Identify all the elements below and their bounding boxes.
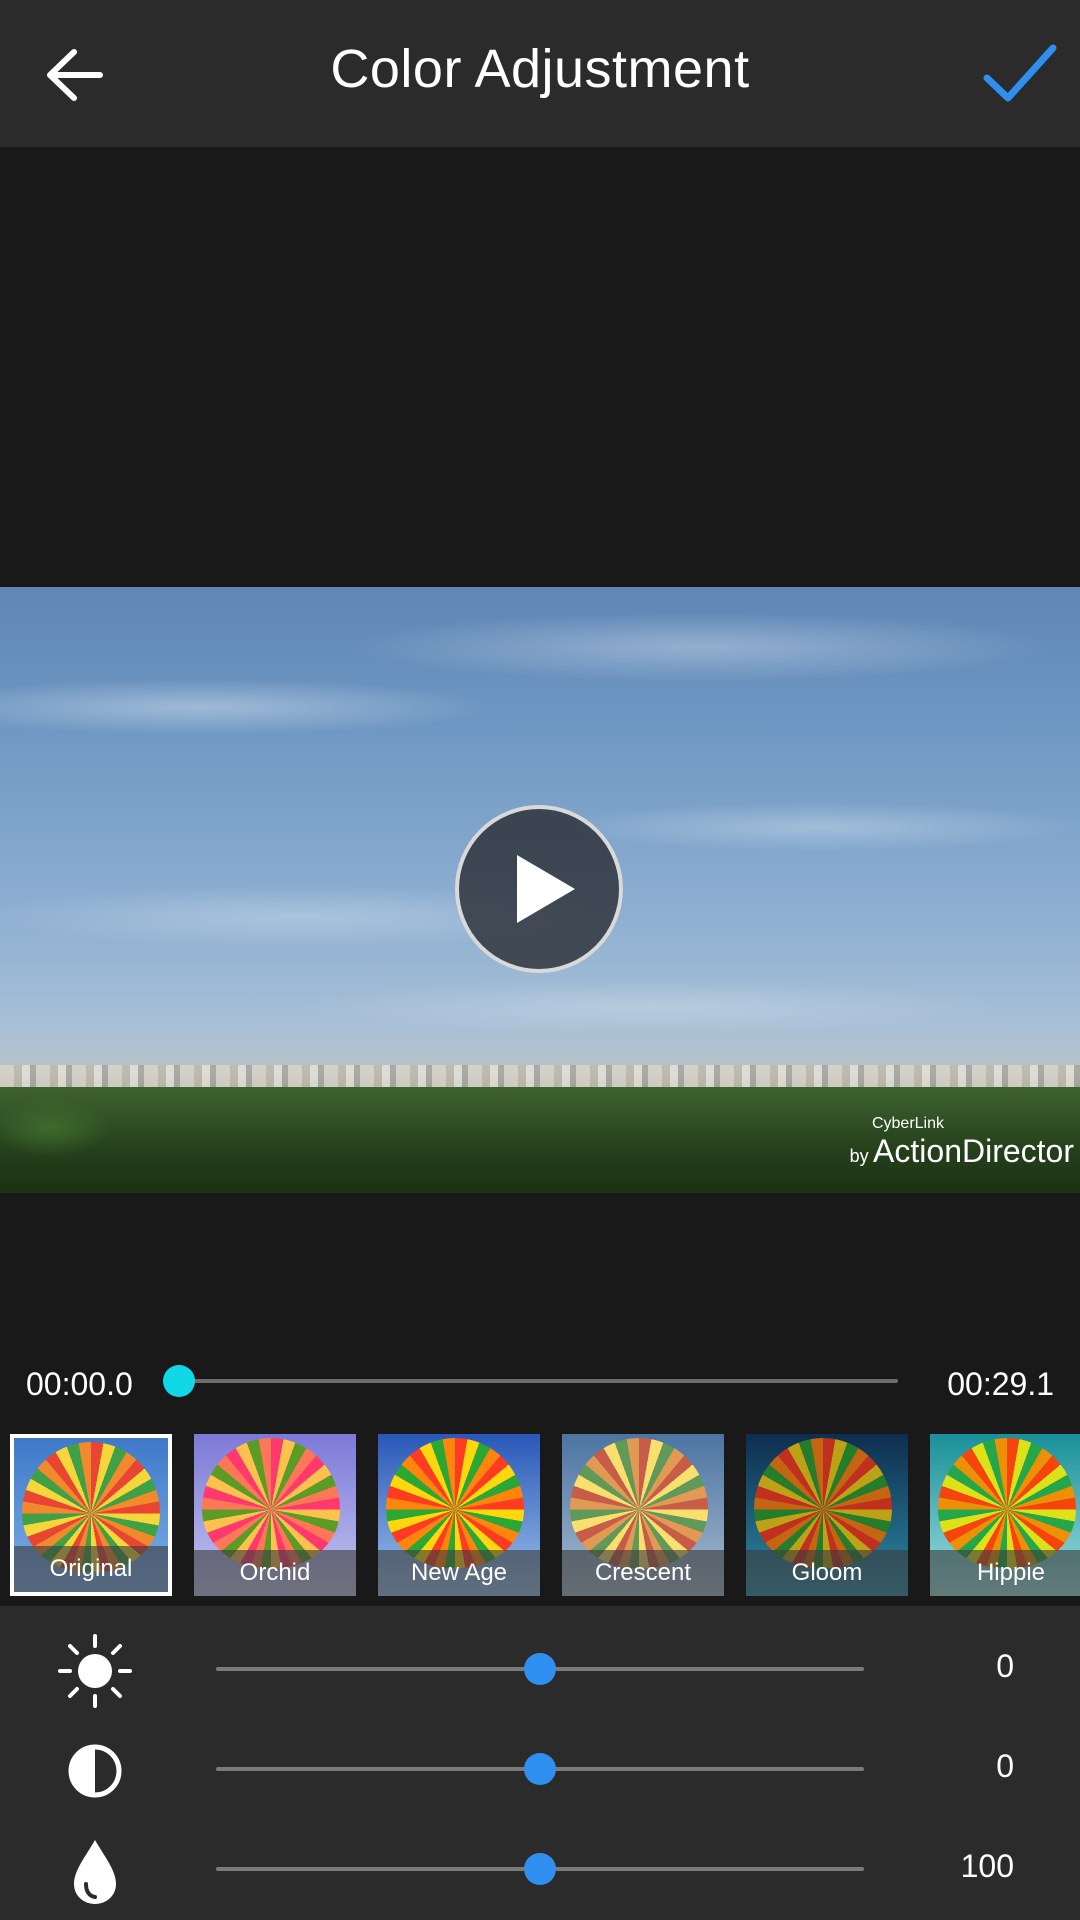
brightness-value: 0: [996, 1648, 1014, 1684]
filter-orchid[interactable]: Orchid: [194, 1434, 356, 1596]
filter-new-age[interactable]: New Age: [378, 1434, 540, 1596]
video-frame[interactable]: CyberLink by ActionDirector: [0, 587, 1080, 1193]
balloon-image: [754, 1438, 892, 1568]
filter-gloom[interactable]: Gloom: [746, 1434, 908, 1596]
filter-crescent[interactable]: Crescent: [562, 1434, 724, 1596]
balloon-image: [386, 1438, 524, 1568]
filter-label: Gloom: [746, 1550, 908, 1596]
contrast-slider-thumb[interactable]: [524, 1753, 556, 1785]
balloon-image: [570, 1438, 708, 1568]
filter-hippie[interactable]: Hippie: [930, 1434, 1080, 1596]
brightness-row: 0: [0, 1626, 1080, 1708]
playhead-handle[interactable]: [163, 1365, 195, 1397]
timeline-scrubber: 00:00.0 00:29.1: [0, 1350, 1080, 1410]
saturation-slider-thumb[interactable]: [524, 1853, 556, 1885]
confirm-button[interactable]: [982, 40, 1058, 110]
balloon-image: [202, 1438, 340, 1568]
page-title: Color Adjustment: [330, 39, 750, 99]
saturation-drop-icon: [74, 1840, 116, 1904]
filter-label: Crescent: [562, 1550, 724, 1596]
adjustment-panel: 0 0 100: [0, 1606, 1080, 1920]
play-icon: [517, 855, 575, 923]
timeline-track[interactable]: [180, 1379, 898, 1383]
saturation-row: 100: [0, 1826, 1080, 1906]
play-button[interactable]: [455, 805, 623, 973]
filter-label: Hippie: [930, 1550, 1080, 1596]
brightness-slider-thumb[interactable]: [524, 1653, 556, 1685]
filter-label: Original: [14, 1546, 168, 1592]
filter-label: New Age: [378, 1550, 540, 1596]
checkmark-icon: [983, 44, 1057, 102]
contrast-value: 0: [996, 1748, 1014, 1784]
saturation-value: 100: [960, 1848, 1014, 1884]
total-duration: 00:29.1: [947, 1366, 1054, 1402]
filter-original[interactable]: Original: [10, 1434, 172, 1596]
balloon-image: [938, 1438, 1076, 1568]
contrast-half-circle-icon: [68, 1744, 122, 1798]
filter-label: Orchid: [194, 1550, 356, 1596]
contrast-row: 0: [0, 1726, 1080, 1806]
top-app-bar: Color Adjustment: [0, 0, 1080, 147]
watermark: CyberLink by ActionDirector: [849, 1115, 1074, 1169]
video-preview-area: CyberLink by ActionDirector: [0, 147, 1080, 1347]
filter-strip: Original Orchid New Age Crescent Gloom H…: [0, 1432, 1080, 1598]
current-time: 00:00.0: [26, 1366, 133, 1402]
brightness-sun-icon: [58, 1634, 132, 1708]
